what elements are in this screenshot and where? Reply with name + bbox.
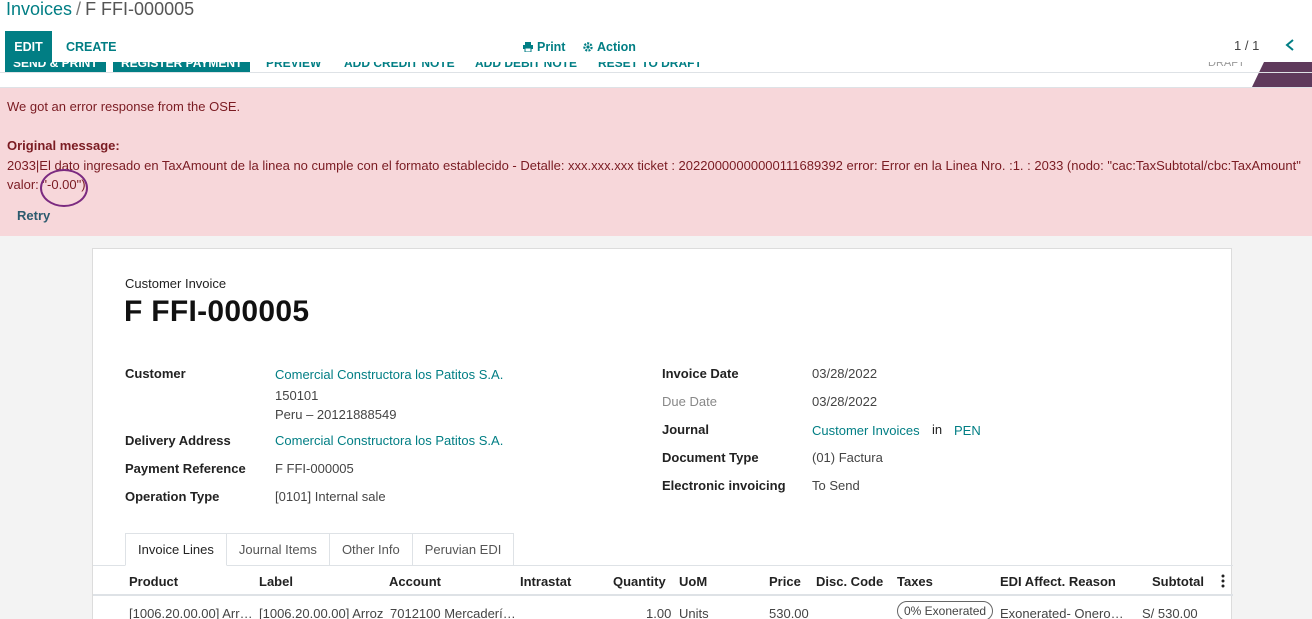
col-uom[interactable]: UoM (679, 574, 707, 589)
print-menu[interactable]: Print (523, 31, 565, 62)
cell-price: 530.00 (769, 606, 809, 619)
operation-type-label: Operation Type (125, 489, 220, 504)
breadcrumb-current: F FFI-000005 (85, 0, 195, 19)
tab-peruvian-edi[interactable]: Peruvian EDI (412, 533, 515, 566)
tab-journal-items[interactable]: Journal Items (226, 533, 330, 566)
customer-link[interactable]: Comercial Constructora los Patitos S.A. (275, 367, 503, 382)
invoice-lines-header: Product Label Account Intrastat Quantity… (93, 566, 1233, 596)
delivery-address-link[interactable]: Comercial Constructora los Patitos S.A. (275, 433, 503, 448)
col-product[interactable]: Product (129, 574, 178, 589)
due-date-value: 03/28/2022 (812, 394, 878, 409)
breadcrumb-invoices-link[interactable]: Invoices (6, 0, 72, 19)
col-taxes[interactable]: Taxes (897, 574, 933, 589)
alert-detail-line1: 2033|El dato ingresado en TaxAmount de l… (7, 158, 1301, 173)
print-icon (523, 41, 533, 52)
column-options-icon[interactable] (1219, 572, 1227, 590)
operation-type-value: [0101] Internal sale (275, 489, 386, 504)
electronic-invoicing-value: To Send (812, 478, 860, 493)
notebook-tabs: Invoice Lines Journal Items Other Info P… (125, 533, 515, 566)
tab-other-info[interactable]: Other Info (329, 533, 413, 566)
control-panel-overlay: Invoices / F FFI-000005 EDIT CREATE Print … (0, 0, 1312, 73)
breadcrumb-overlay: Invoices / F FFI-000005 (6, 0, 194, 20)
action-menu[interactable]: Action (583, 31, 636, 62)
pager-value[interactable]: 1 / 1 (1234, 38, 1259, 53)
journal-link[interactable]: Customer Invoices (812, 423, 920, 438)
col-intrastat[interactable]: Intrastat (520, 574, 571, 589)
col-label[interactable]: Label (259, 574, 293, 589)
invoice-number: F FFI-000005 (124, 295, 310, 328)
cell-account: 7012100 Mercaderí… (390, 606, 516, 619)
col-subtotal[interactable]: Subtotal (1152, 574, 1204, 589)
cell-product: [1006.20.00.00] Arr… (129, 606, 253, 619)
cell-quantity: 1.00 (646, 606, 672, 619)
edit-button[interactable]: EDIT (5, 31, 52, 62)
invoice-date-value: 03/28/2022 (812, 366, 878, 381)
customer-address-line1: 150101 (275, 388, 319, 403)
document-kind: Customer Invoice (125, 276, 227, 291)
electronic-invoicing-label: Electronic invoicing (662, 478, 786, 493)
annotation-circle (40, 169, 88, 207)
col-edi-affect-reason[interactable]: EDI Affect. Reason (1000, 574, 1116, 589)
col-quantity[interactable]: Quantity (613, 574, 666, 589)
breadcrumb-separator: / (76, 0, 82, 19)
cell-uom: Units (679, 606, 709, 619)
action-label: Action (597, 39, 636, 54)
col-disc-code[interactable]: Disc. Code (816, 574, 883, 589)
create-button[interactable]: CREATE (60, 31, 122, 62)
gear-icon (583, 41, 593, 52)
tab-invoice-lines[interactable]: Invoice Lines (125, 533, 227, 566)
document-type-label: Document Type (662, 450, 759, 465)
table-row[interactable]: [1006.20.00.00] Arr… [1006.20.00.00] Arr… (93, 598, 1233, 619)
journal-label: Journal (662, 422, 709, 437)
alert-message: We got an error response from the OSE. (7, 99, 241, 114)
cell-subtotal: S/ 530.00 (1142, 606, 1198, 619)
col-account[interactable]: Account (389, 574, 441, 589)
invoice-sheet: Customer Invoice F FFI-000005 Customer C… (92, 248, 1233, 619)
error-alert: We got an error response from the OSE. O… (0, 88, 1312, 236)
invoice-date-label: Invoice Date (662, 366, 739, 381)
payment-reference-value: F FFI-000005 (275, 461, 354, 476)
customer-address-line2: Peru – 20121888549 (275, 407, 397, 422)
alert-heading: Original message: (7, 138, 120, 153)
col-price[interactable]: Price (769, 574, 801, 589)
cell-edi-affect-reason: Exonerated- Onero… (1000, 606, 1124, 619)
tax-badge: 0% Exonerated (897, 601, 994, 619)
due-date-label: Due Date (662, 394, 717, 409)
customer-label: Customer (125, 366, 186, 381)
payment-reference-label: Payment Reference (125, 461, 246, 476)
chevron-left-icon[interactable] (1282, 34, 1298, 56)
retry-button[interactable]: Retry (17, 208, 50, 223)
delivery-address-label: Delivery Address (125, 433, 231, 448)
document-type-value: (01) Factura (812, 450, 883, 465)
print-label: Print (537, 39, 566, 54)
journal-in-text: in (932, 422, 943, 437)
currency-link[interactable]: PEN (954, 423, 981, 438)
cell-label: [1006.20.00.00] Arroz (259, 606, 384, 619)
